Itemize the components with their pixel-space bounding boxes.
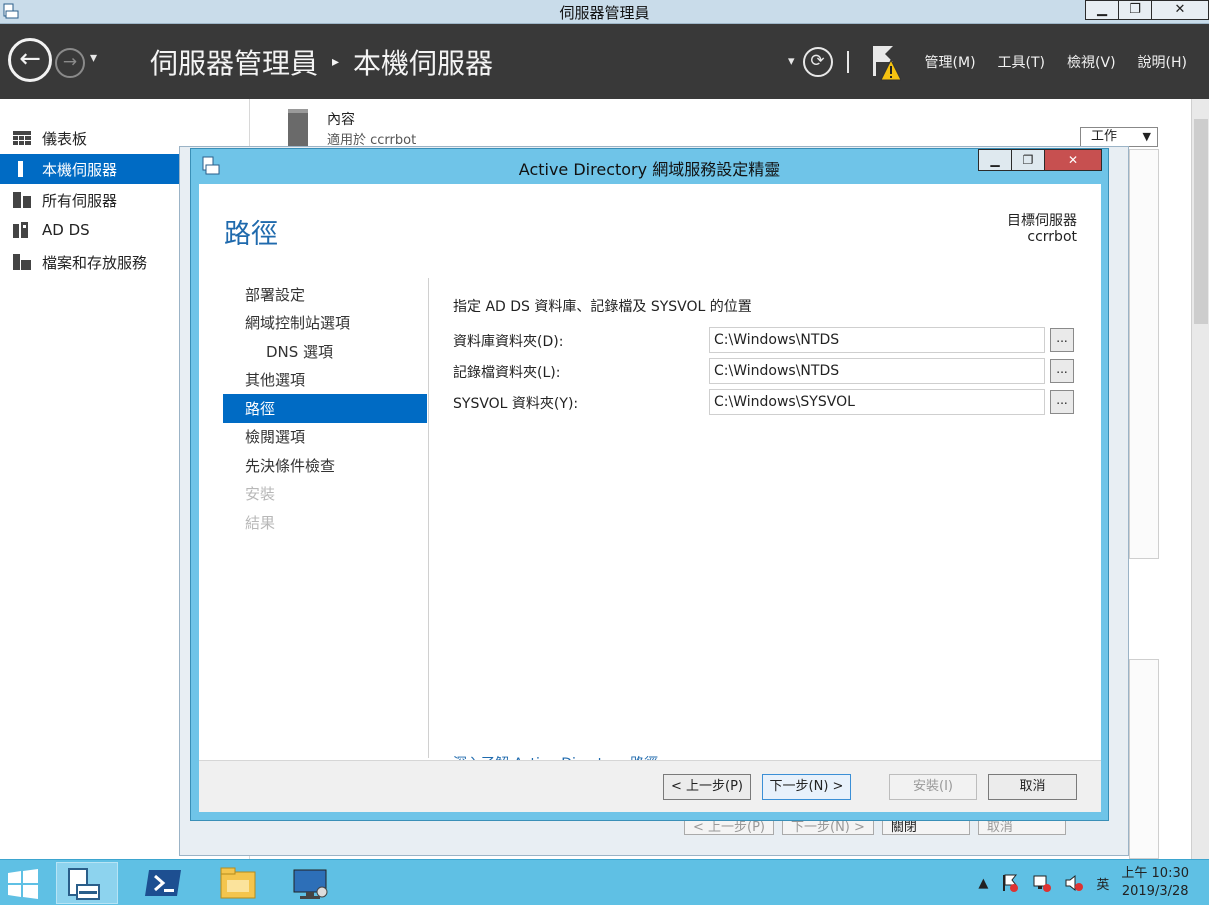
log-folder-row: 記錄檔資料夾(L): C:\Windows\NTDS ... bbox=[453, 358, 1083, 384]
paths-instruction: 指定 AD DS 資料庫、記錄檔及 SYSVOL 的位置 bbox=[453, 299, 752, 315]
wizard-step[interactable]: 其他選項 bbox=[223, 366, 427, 395]
monitor-icon bbox=[293, 869, 328, 899]
wizard-minimize-button[interactable]: ▁ bbox=[978, 149, 1012, 171]
tasks-dropdown-label: 工作 bbox=[1091, 129, 1118, 144]
log-folder-label: 記錄檔資料夾(L): bbox=[453, 365, 561, 381]
chevron-down-icon: ▼ bbox=[1142, 130, 1151, 143]
events-panel-edge bbox=[1129, 659, 1159, 859]
clock-time: 上午 10:30 bbox=[1121, 866, 1189, 881]
network-icon[interactable] bbox=[1032, 873, 1052, 893]
forward-button[interactable]: → bbox=[55, 48, 85, 78]
menu-manage[interactable]: 管理(M) bbox=[925, 52, 976, 72]
page-title: 路徑 bbox=[224, 219, 278, 250]
maximize-button[interactable]: ❐ bbox=[1118, 0, 1152, 20]
sysvol-folder-input[interactable]: C:\Windows\SYSVOL bbox=[709, 389, 1045, 415]
sidebar-item-label: AD DS bbox=[42, 221, 90, 239]
windows-start-icon[interactable] bbox=[6, 869, 40, 899]
wizard-step[interactable]: 先決條件檢查 bbox=[223, 451, 427, 480]
menu-help[interactable]: 說明(H) bbox=[1138, 52, 1187, 72]
next-button[interactable]: 下一步(N) > bbox=[762, 774, 851, 800]
wizard-close-button[interactable]: ✕ bbox=[1044, 149, 1102, 171]
clock-date: 2019/3/28 bbox=[1121, 884, 1189, 899]
install-button[interactable]: 安裝(I) bbox=[889, 774, 977, 800]
sidebar-item-label: 檔案和存放服務 bbox=[42, 253, 148, 272]
menu-view[interactable]: 檢視(V) bbox=[1067, 52, 1116, 72]
sidebar-item-label: 所有伺服器 bbox=[42, 191, 118, 210]
wizard-step: 安裝 bbox=[245, 485, 276, 504]
main-titlebar: 伺服器管理員 ▁ ❐ ✕ bbox=[0, 0, 1209, 24]
database-folder-input[interactable]: C:\Windows\NTDS bbox=[709, 327, 1045, 353]
header-divider bbox=[846, 50, 849, 73]
cancel-button[interactable]: 取消 bbox=[988, 774, 1077, 800]
sysvol-folder-browse-button[interactable]: ... bbox=[1050, 390, 1074, 414]
wizard-maximize-button[interactable]: ❐ bbox=[1011, 149, 1045, 171]
sysvol-folder-row: SYSVOL 資料夾(Y): C:\Windows\SYSVOL ... bbox=[453, 389, 1083, 415]
breadcrumb-root[interactable]: 伺服器管理員 bbox=[150, 42, 318, 82]
ime-indicator[interactable]: 英 bbox=[1096, 874, 1109, 893]
wizard-step: 結果 bbox=[245, 513, 276, 532]
wizard-titlebar: Active Directory 網域服務設定精靈 ▁ ❐ ✕ bbox=[191, 149, 1108, 183]
tray-expand-icon[interactable]: ▲ bbox=[978, 876, 988, 891]
scrollbar-thumb[interactable] bbox=[1194, 119, 1208, 324]
minimize-button[interactable]: ▁ bbox=[1085, 0, 1119, 20]
refresh-icon[interactable]: ⟳ bbox=[802, 46, 833, 77]
clock[interactable]: 上午 10:30 2019/3/28 bbox=[1121, 865, 1189, 901]
database-folder-row: 資料庫資料夾(D): C:\Windows\NTDS ... bbox=[453, 327, 1083, 353]
wizard-step[interactable]: 路徑 bbox=[223, 394, 427, 423]
server-icon bbox=[12, 161, 32, 177]
taskbar: ▲ 英 上午 10:30 2019/3/28 bbox=[0, 859, 1209, 905]
back-button[interactable]: ← bbox=[8, 38, 52, 82]
target-server-value: ccrrbot bbox=[1027, 229, 1077, 245]
wizard-title: Active Directory 網域服務設定精靈 bbox=[518, 160, 781, 179]
tasks-dropdown[interactable]: 工作 ▼ bbox=[1080, 127, 1158, 147]
breadcrumb: 伺服器管理員 ▸ 本機伺服器 bbox=[150, 42, 493, 82]
taskbar-file-explorer[interactable] bbox=[207, 862, 269, 904]
system-tray: ▲ 英 上午 10:30 2019/3/28 bbox=[978, 860, 1209, 905]
properties-server-icon bbox=[288, 109, 308, 149]
taskbar-powershell[interactable] bbox=[133, 862, 195, 904]
volume-icon[interactable] bbox=[1064, 873, 1084, 893]
breadcrumb-separator-icon: ▸ bbox=[332, 54, 340, 70]
dashboard-icon bbox=[12, 130, 32, 146]
sidebar-item-label: 本機伺服器 bbox=[42, 160, 118, 179]
wizard-step[interactable]: 檢閱選項 bbox=[223, 423, 427, 452]
notification-flag-icon[interactable] bbox=[871, 42, 901, 82]
paths-form: 指定 AD DS 資料庫、記錄檔及 SYSVOL 的位置 資料庫資料夾(D): … bbox=[453, 296, 1093, 415]
history-dropdown-icon[interactable]: ▾ bbox=[90, 50, 97, 66]
adds-config-wizard: Active Directory 網域服務設定精靈 ▁ ❐ ✕ 路徑 目標伺服器… bbox=[190, 148, 1109, 821]
wizard-step[interactable]: 部署設定 bbox=[223, 280, 427, 309]
sysvol-folder-label: SYSVOL 資料夾(Y): bbox=[453, 396, 579, 412]
previous-button[interactable]: < 上一步(P) bbox=[663, 774, 751, 800]
header-bar: ← → ▾ 伺服器管理員 ▸ 本機伺服器 ▾ ⟳ 管理(M) 工具(T) 檢視(… bbox=[0, 24, 1209, 99]
window-title: 伺服器管理員 bbox=[559, 4, 650, 22]
ad-ds-icon bbox=[12, 222, 32, 238]
powershell-icon bbox=[145, 870, 181, 896]
log-folder-input[interactable]: C:\Windows\NTDS bbox=[709, 358, 1045, 384]
target-server-label: 目標伺服器 bbox=[1007, 213, 1077, 229]
wizard-step[interactable]: 網域控制站選項 bbox=[223, 309, 427, 338]
wizard-step[interactable]: DNS 選項 bbox=[223, 337, 427, 366]
taskbar-server-manager[interactable] bbox=[56, 862, 118, 904]
wizard-footer: < 上一步(P) 下一步(N) > 安裝(I) 取消 bbox=[199, 760, 1101, 812]
breadcrumb-current: 本機伺服器 bbox=[353, 47, 494, 80]
file-storage-icon bbox=[12, 254, 32, 270]
properties-title: 內容 bbox=[327, 112, 355, 128]
wizard-body: 路徑 目標伺服器 ccrrbot 部署設定 網域控制站選項 DNS 選項 其他選項 路徑… bbox=[199, 184, 1101, 812]
wizard-steps: 部署設定 網域控制站選項 DNS 選項 其他選項 路徑 檢閱選項 先決條件檢查安裝結果 bbox=[223, 280, 427, 537]
database-folder-browse-button[interactable]: ... bbox=[1050, 328, 1074, 352]
sidebar-item-label: 儀表板 bbox=[42, 129, 88, 148]
close-button[interactable]: ✕ bbox=[1151, 0, 1209, 20]
servers-icon bbox=[12, 192, 32, 208]
log-folder-browse-button[interactable]: ... bbox=[1050, 359, 1074, 383]
taskbar-remote-app[interactable] bbox=[280, 862, 342, 904]
header-dropdown-icon[interactable]: ▾ bbox=[788, 54, 795, 69]
page-scrollbar[interactable] bbox=[1191, 99, 1209, 859]
database-folder-label: 資料庫資料夾(D): bbox=[453, 334, 564, 350]
steps-divider bbox=[428, 278, 429, 758]
folder-icon bbox=[220, 867, 256, 899]
menu-tools[interactable]: 工具(T) bbox=[998, 52, 1045, 72]
server-manager-icon bbox=[68, 868, 100, 900]
properties-panel-edge bbox=[1129, 149, 1159, 559]
action-center-flag-icon[interactable] bbox=[1000, 873, 1020, 893]
